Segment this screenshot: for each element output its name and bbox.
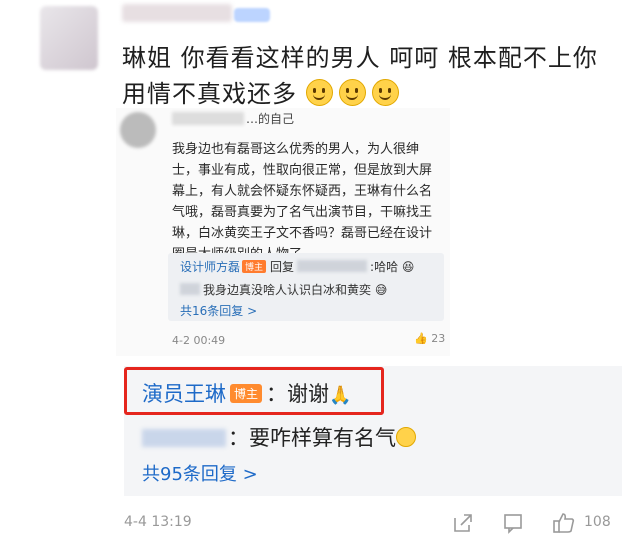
- view-replies-link[interactable]: 共95条回复 >: [142, 460, 258, 486]
- embedded-reply-author: 设计师方磊: [180, 260, 241, 274]
- commenter-badge-blurred: [234, 8, 270, 22]
- comment-timestamp: 4-4 13:19: [124, 514, 192, 530]
- smile-icon: [338, 79, 366, 106]
- blurred-username[interactable]: [142, 429, 226, 447]
- thumbs-up-icon: 👍: [414, 332, 428, 345]
- blurred-username: [180, 283, 200, 295]
- share-icon[interactable]: [452, 512, 474, 539]
- embedded-reply-tail: :哈哈: [370, 260, 399, 274]
- embedded-reply-verb: 回复: [270, 260, 295, 274]
- embedded-comment-body: 我身边也有磊哥这么优秀的男人，为人很绅士，事业有成，性取向很正常，但是放到大屏幕…: [172, 142, 433, 262]
- host-reply: 演员王琳 博主 ：谢谢🙏: [142, 378, 351, 408]
- emoji-icon: 😅: [374, 283, 388, 297]
- host-reply-text: ：谢谢: [266, 382, 330, 406]
- embedded-author-tail: …的自己: [246, 112, 295, 126]
- smile-emoji-group: [305, 76, 405, 112]
- comment-icon[interactable]: [502, 512, 524, 539]
- smile-icon: [371, 79, 399, 106]
- embedded-host-badge: 博主: [242, 260, 267, 273]
- blurred-username: [297, 260, 368, 272]
- embedded-author-blurred: [172, 112, 244, 125]
- embedded-like: 👍 23: [414, 332, 445, 345]
- smile-icon: [305, 79, 333, 106]
- host-badge: 博主: [230, 384, 263, 403]
- hush-emoji-icon: [396, 427, 416, 447]
- thumbs-up-icon[interactable]: [552, 512, 576, 539]
- host-name-link[interactable]: 演员王琳: [142, 382, 226, 406]
- embedded-reply-1: 设计师方磊 博主 回复 :哈哈 😆: [180, 258, 414, 275]
- pray-icon: 🙏: [329, 385, 352, 406]
- user-reply-text: ：要咋样算有名气: [228, 426, 396, 450]
- embedded-avatar: [120, 112, 156, 148]
- like-count: 108: [584, 514, 611, 530]
- embedded-reply-2-text: 我身边真没啥人认识白冰和黄奕: [203, 283, 372, 297]
- grin-emoji-icon: 😆: [401, 260, 415, 274]
- embedded-reply-count: 共16条回复 >: [180, 304, 258, 318]
- top-comment: 琳姐 你看看这样的男人 呵呵 根本配不上你 用情不真戏还多: [122, 40, 622, 112]
- user-reply: ：要咋样算有名气: [142, 422, 416, 452]
- commenter-avatar[interactable]: [40, 6, 98, 70]
- embedded-like-count: 23: [431, 332, 446, 345]
- embedded-timestamp: 4-2 00:49: [172, 334, 226, 347]
- embedded-reply-2: 我身边真没啥人认识白冰和黄奕 😅: [180, 281, 387, 298]
- commenter-name-blurred[interactable]: [122, 4, 232, 22]
